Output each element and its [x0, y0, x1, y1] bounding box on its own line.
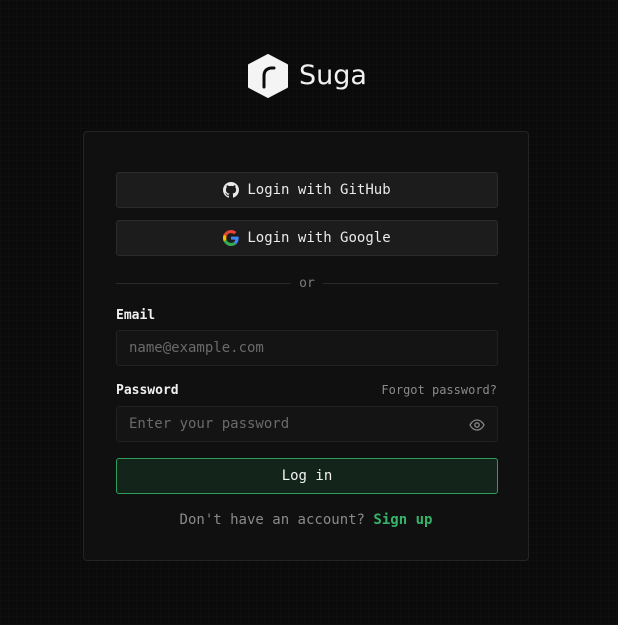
brand-logo: Suga: [247, 54, 367, 98]
divider-text: or: [299, 275, 315, 291]
or-divider: or: [116, 274, 498, 292]
github-login-button[interactable]: Login with GitHub: [116, 172, 498, 208]
google-login-label: Login with Google: [247, 230, 391, 246]
signup-link[interactable]: Sign up: [373, 512, 432, 528]
email-label: Email: [116, 308, 156, 323]
login-button[interactable]: Log in: [116, 458, 498, 494]
forgot-password-link[interactable]: Forgot password?: [381, 383, 497, 397]
google-icon: [223, 230, 240, 246]
login-button-label: Log in: [281, 468, 333, 484]
google-login-button[interactable]: Login with Google: [116, 220, 498, 256]
email-field[interactable]: [116, 330, 498, 366]
suga-logo-icon: [248, 54, 288, 98]
eye-icon[interactable]: [469, 417, 485, 433]
brand-name: Suga: [299, 60, 367, 91]
divider-line-right: [322, 282, 498, 284]
github-icon: [223, 182, 240, 198]
divider-line-left: [116, 282, 292, 284]
signup-prompt: Don't have an account?: [179, 512, 365, 528]
password-label: Password: [116, 383, 179, 398]
login-card: Login with GitHub Login with Google or E…: [83, 131, 529, 561]
password-field[interactable]: [116, 406, 498, 442]
github-login-label: Login with GitHub: [247, 182, 391, 198]
signup-row: Don't have an account? Sign up: [84, 512, 528, 528]
